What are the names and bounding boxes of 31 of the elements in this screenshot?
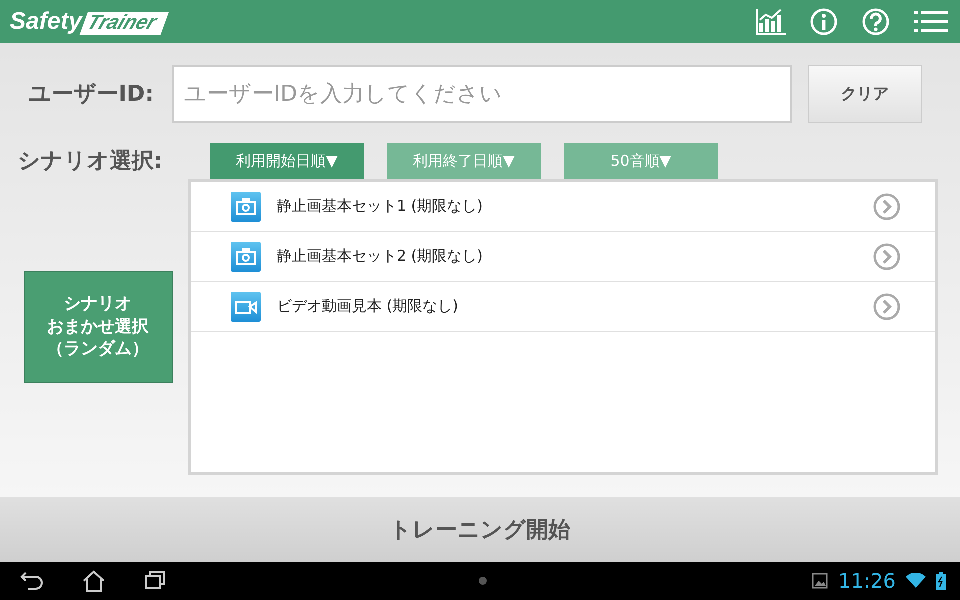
user-id-field[interactable]: ユーザーIDを入力してください bbox=[172, 65, 792, 123]
user-id-label: ユーザーID: bbox=[28, 81, 155, 109]
clock: 11:26 bbox=[838, 569, 896, 593]
scenario-item[interactable]: 静止画基本セット1 (期限なし) bbox=[191, 182, 935, 232]
chevron-right-icon[interactable] bbox=[873, 242, 901, 270]
wifi-icon bbox=[906, 573, 926, 589]
random-select-button[interactable]: シナリオ おまかせ選択 （ランダム） bbox=[24, 271, 172, 383]
scenario-title: 静止画基本セット1 (期限なし) bbox=[277, 197, 484, 216]
help-icon[interactable] bbox=[862, 8, 890, 36]
battery-icon bbox=[936, 572, 946, 590]
scenario-item[interactable]: 静止画基本セット2 (期限なし) bbox=[191, 232, 935, 282]
sort-tab[interactable]: 利用開始日順▼ bbox=[210, 143, 364, 179]
chart-icon[interactable] bbox=[756, 8, 786, 34]
scenario-title: ビデオ動画見本 (期限なし) bbox=[277, 297, 460, 316]
info-icon[interactable] bbox=[810, 8, 838, 36]
recent-apps-icon[interactable] bbox=[144, 570, 166, 590]
chevron-right-icon[interactable] bbox=[873, 192, 901, 220]
clear-button[interactable]: クリア bbox=[808, 65, 922, 123]
scenario-title: 静止画基本セット2 (期限なし) bbox=[277, 247, 484, 266]
chevron-right-icon[interactable] bbox=[873, 292, 901, 320]
back-icon[interactable] bbox=[20, 570, 44, 590]
scenario-label: シナリオ選択: bbox=[17, 148, 164, 176]
camera-icon bbox=[231, 192, 261, 222]
start-training-button[interactable]: トレーニング開始 bbox=[0, 497, 960, 562]
menu-icon[interactable] bbox=[914, 10, 948, 32]
home-icon[interactable] bbox=[82, 570, 106, 592]
image-icon bbox=[812, 573, 828, 589]
camera-icon bbox=[231, 242, 261, 272]
video-camera-icon bbox=[231, 292, 261, 322]
scenario-item[interactable]: ビデオ動画見本 (期限なし) bbox=[191, 282, 935, 332]
dot-icon bbox=[479, 577, 487, 585]
